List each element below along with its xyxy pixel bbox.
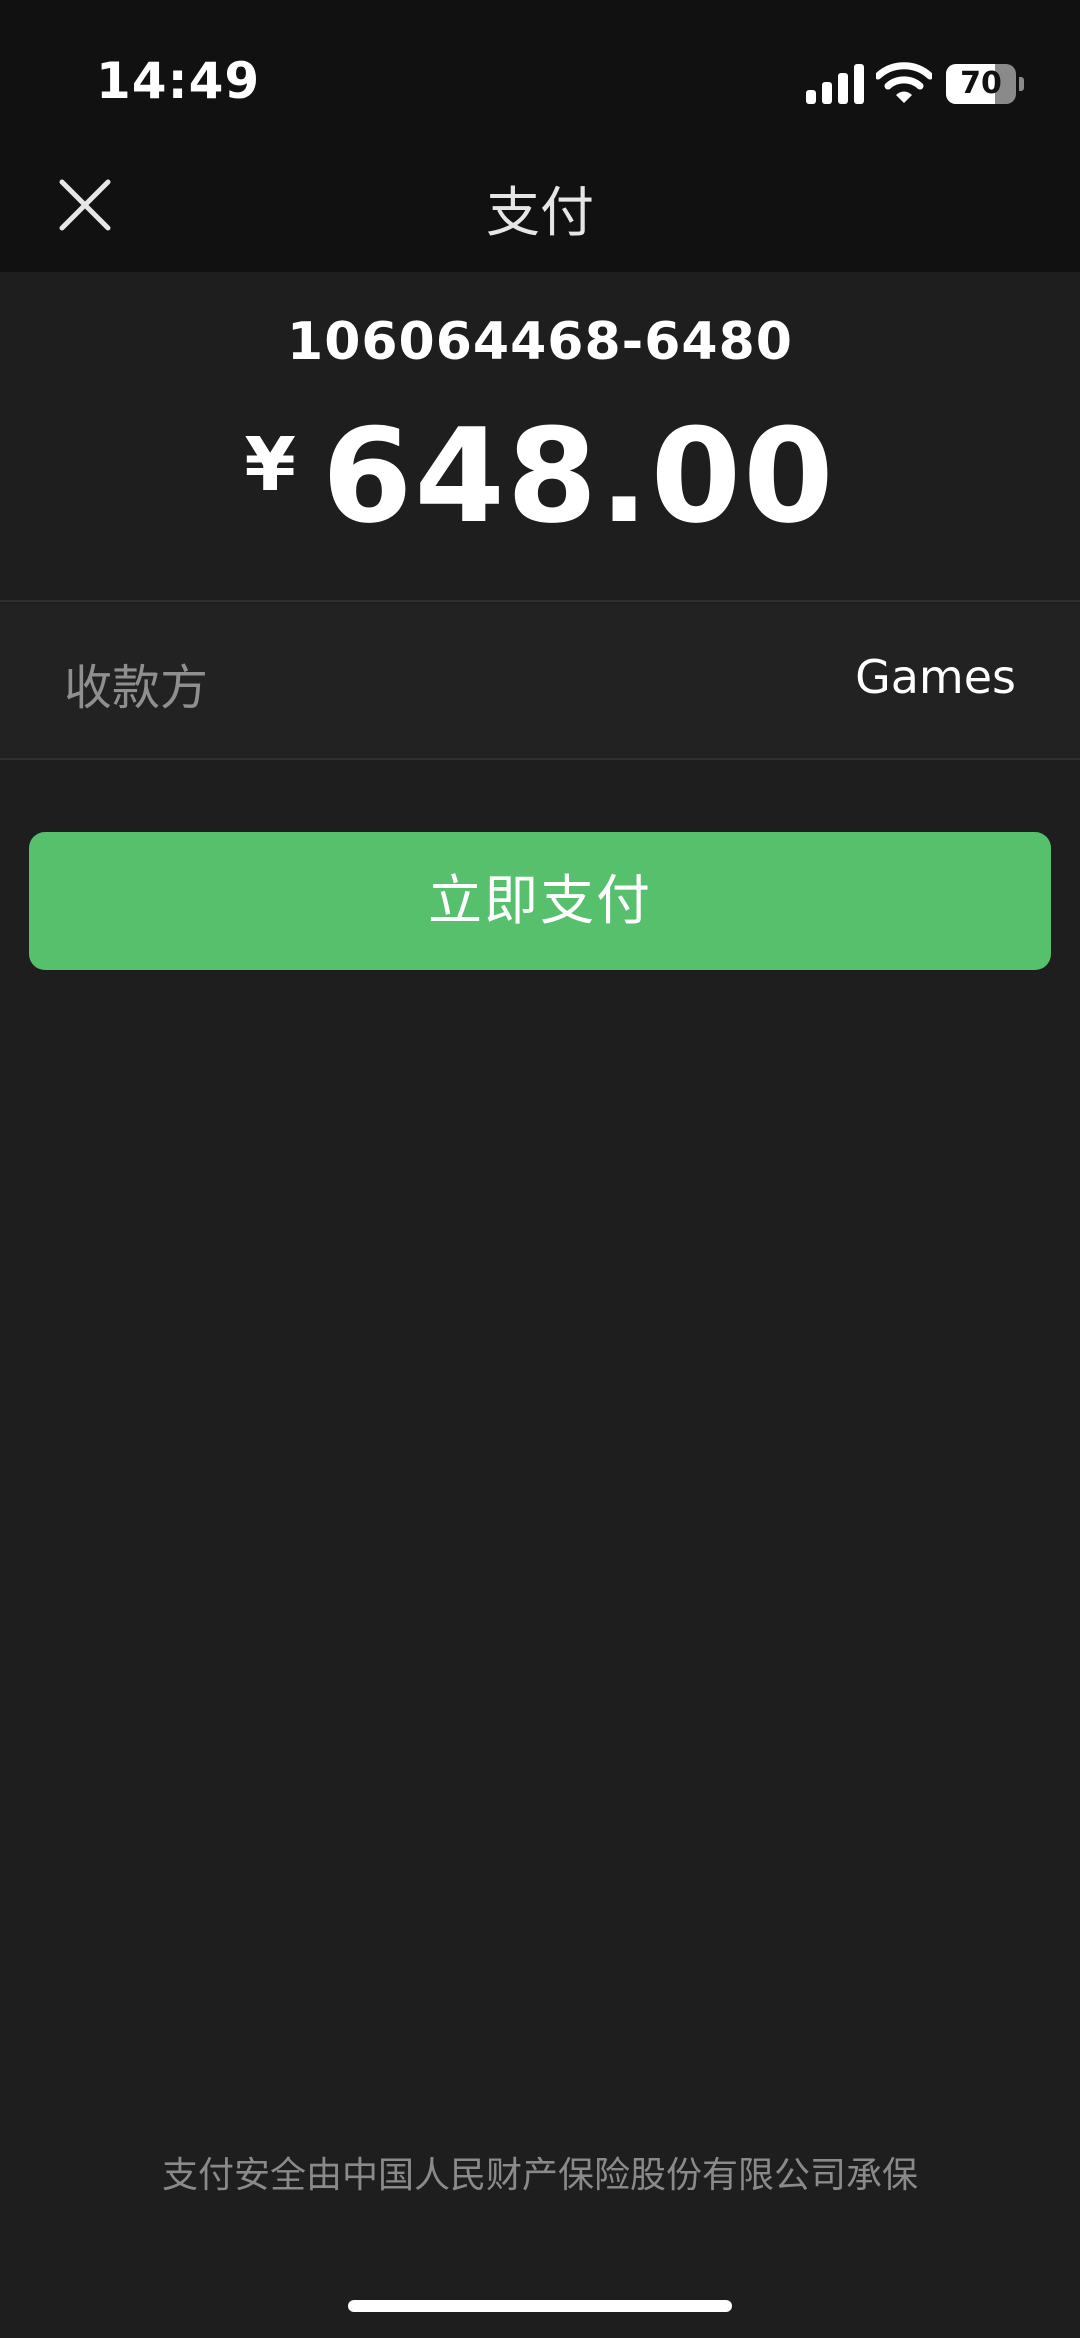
battery-tip — [1019, 77, 1024, 91]
payee-row: 收款方 Games — [0, 604, 1080, 758]
payment-screen: 14:49 70 支付 106064468-6480 ¥648.00 收款方 G… — [0, 0, 1080, 2338]
amount-value: 648.00 — [321, 400, 836, 552]
insurance-note: 支付安全由中国人民财产保险股份有限公司承保 — [161, 2155, 918, 2196]
home-indicator[interactable] — [348, 2300, 732, 2312]
pay-now-button[interactable]: 立即支付 — [29, 832, 1051, 970]
signal-icon — [806, 64, 864, 104]
status-time: 14:49 — [96, 52, 261, 110]
top-bar: 14:49 70 支付 — [0, 0, 1080, 272]
battery-icon: 70 — [946, 64, 1024, 104]
wifi-icon — [876, 62, 932, 103]
payment-amount: ¥648.00 — [0, 400, 1080, 552]
currency-symbol: ¥ — [244, 422, 296, 508]
battery-percent: 70 — [960, 66, 1002, 101]
divider-bottom — [0, 758, 1080, 760]
order-id: 106064468-6480 — [287, 312, 793, 372]
page-title: 支付 — [486, 181, 594, 244]
payee-value: Games — [855, 650, 1016, 704]
payee-label: 收款方 — [64, 660, 209, 716]
battery-body: 70 — [946, 64, 1016, 104]
divider-top — [0, 600, 1080, 602]
